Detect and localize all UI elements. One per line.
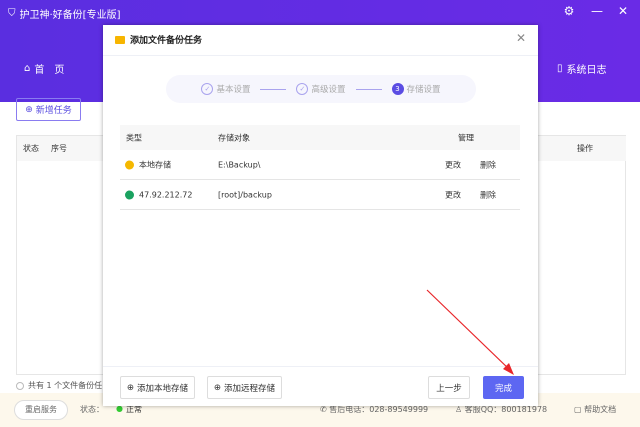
red-arrow-annotation [426, 289, 514, 375]
